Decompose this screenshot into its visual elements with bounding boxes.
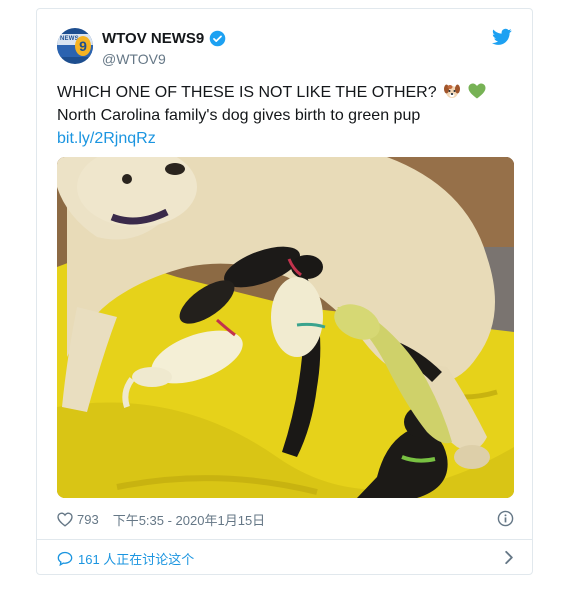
like-count[interactable]: 793 bbox=[77, 512, 99, 527]
tweet-meta-row: 793 下午5:35 - 2020年1月15日 bbox=[57, 509, 514, 529]
dog-and-puppies-image bbox=[57, 157, 514, 498]
tweet-line-2: North Carolina family's dog gives birth … bbox=[57, 107, 421, 124]
tweet-link[interactable]: bit.ly/2RjnqRz bbox=[57, 127, 517, 150]
discussion-label[interactable]: 161 人正在讨论这个 bbox=[78, 549, 194, 568]
divider bbox=[37, 539, 532, 540]
reply-bubble-icon bbox=[57, 551, 73, 566]
discussion-row[interactable]: 161 人正在讨论这个 bbox=[57, 548, 514, 568]
tweet-photo[interactable] bbox=[57, 157, 514, 498]
avatar[interactable]: NEWS 9 bbox=[57, 28, 93, 64]
tweet-text: WHICH ONE OF THESE IS NOT LIKE THE OTHER… bbox=[57, 81, 517, 150]
tweet-line-1: WHICH ONE OF THESE IS NOT LIKE THE OTHER… bbox=[57, 81, 517, 104]
tweet-headline: WHICH ONE OF THESE IS NOT LIKE THE OTHER… bbox=[57, 84, 437, 101]
verified-badge-icon bbox=[209, 30, 226, 47]
user-handle[interactable]: @WTOV9 bbox=[102, 51, 166, 67]
dog-face-emoji-icon bbox=[444, 84, 461, 98]
avatar-number: 9 bbox=[75, 36, 91, 56]
display-name-row[interactable]: WTOV NEWS9 bbox=[102, 30, 226, 47]
display-name[interactable]: WTOV NEWS9 bbox=[102, 30, 204, 47]
chevron-right-icon[interactable] bbox=[504, 550, 514, 565]
twitter-bird-icon[interactable] bbox=[492, 28, 512, 46]
info-icon[interactable] bbox=[497, 510, 514, 527]
tweet-timestamp[interactable]: 下午5:35 - 2020年1月15日 bbox=[113, 510, 265, 529]
green-heart-emoji-icon bbox=[468, 83, 486, 99]
tweet-card: NEWS 9 WTOV NEWS9 @WTOV9 WHICH ONE OF TH… bbox=[36, 8, 533, 575]
like-heart-icon[interactable] bbox=[57, 511, 73, 527]
